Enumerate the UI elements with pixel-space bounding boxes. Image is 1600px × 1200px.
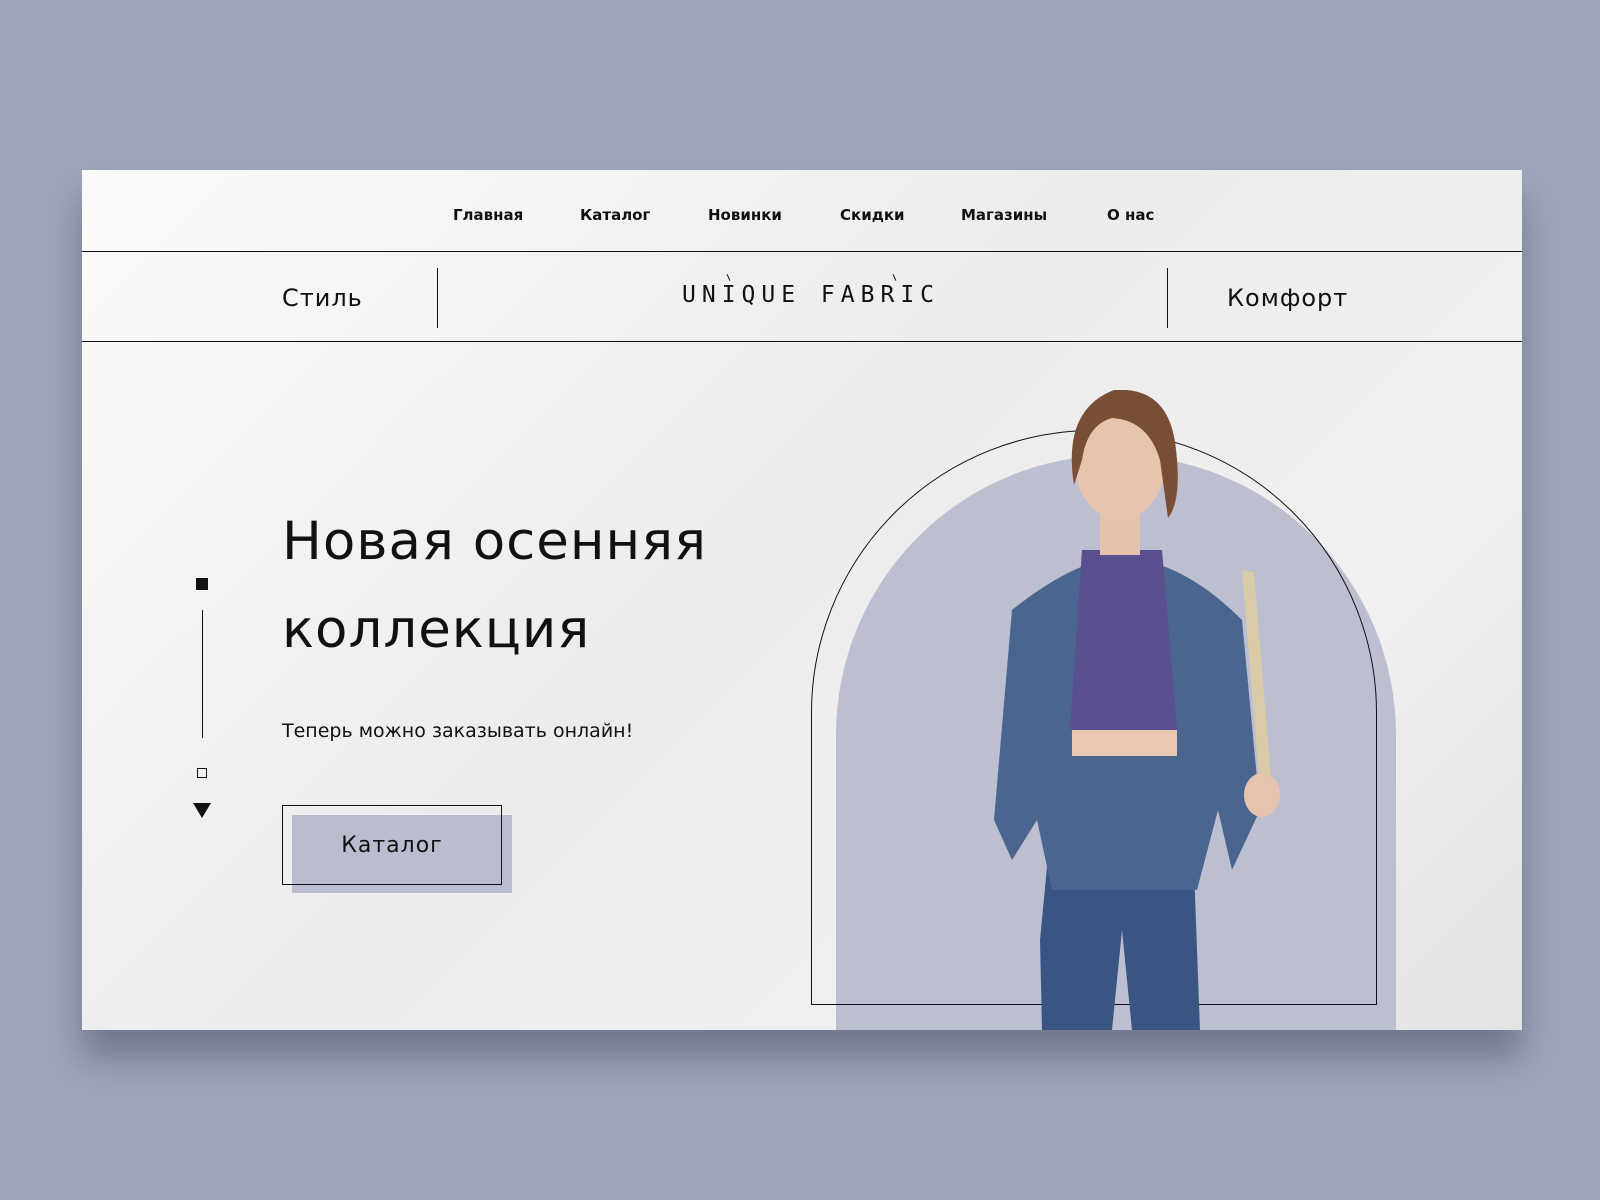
landing-page-card: Главная Каталог Новинки Скидки Магазины … [82, 170, 1522, 1030]
logo-accent-mark [892, 274, 897, 281]
nav-item-sales[interactable]: Скидки [840, 206, 905, 224]
nav-item-stores[interactable]: Магазины [961, 206, 1047, 224]
brand-bar: Стиль UNIQUE FABRIC Комфорт [82, 252, 1522, 342]
nav-item-about[interactable]: О нас [1107, 206, 1154, 224]
nav-item-catalog[interactable]: Каталог [580, 206, 650, 224]
tagline-style: Стиль [282, 284, 363, 312]
divider-right [1167, 268, 1168, 328]
nav-item-new[interactable]: Новинки [708, 206, 782, 224]
tagline-comfort: Комфорт [1227, 284, 1349, 312]
model-photo [994, 390, 1280, 1030]
top-navigation: Главная Каталог Новинки Скидки Магазины … [82, 170, 1522, 252]
slide-indicator-active[interactable] [196, 578, 208, 590]
divider-left [437, 268, 438, 328]
slide-indicator-track [202, 610, 203, 738]
catalog-button[interactable]: Каталог [282, 805, 502, 885]
hero-subtitle: Теперь можно заказывать онлайн! [282, 720, 634, 742]
logo-accent-mark [726, 274, 731, 281]
hero-headline: Новая осенняя коллекция [282, 511, 707, 660]
slide-indicator-inactive[interactable] [197, 768, 207, 778]
triangle-down-icon[interactable] [193, 803, 211, 818]
brand-logo[interactable]: UNIQUE FABRIC [682, 282, 940, 308]
nav-item-home[interactable]: Главная [453, 206, 523, 224]
